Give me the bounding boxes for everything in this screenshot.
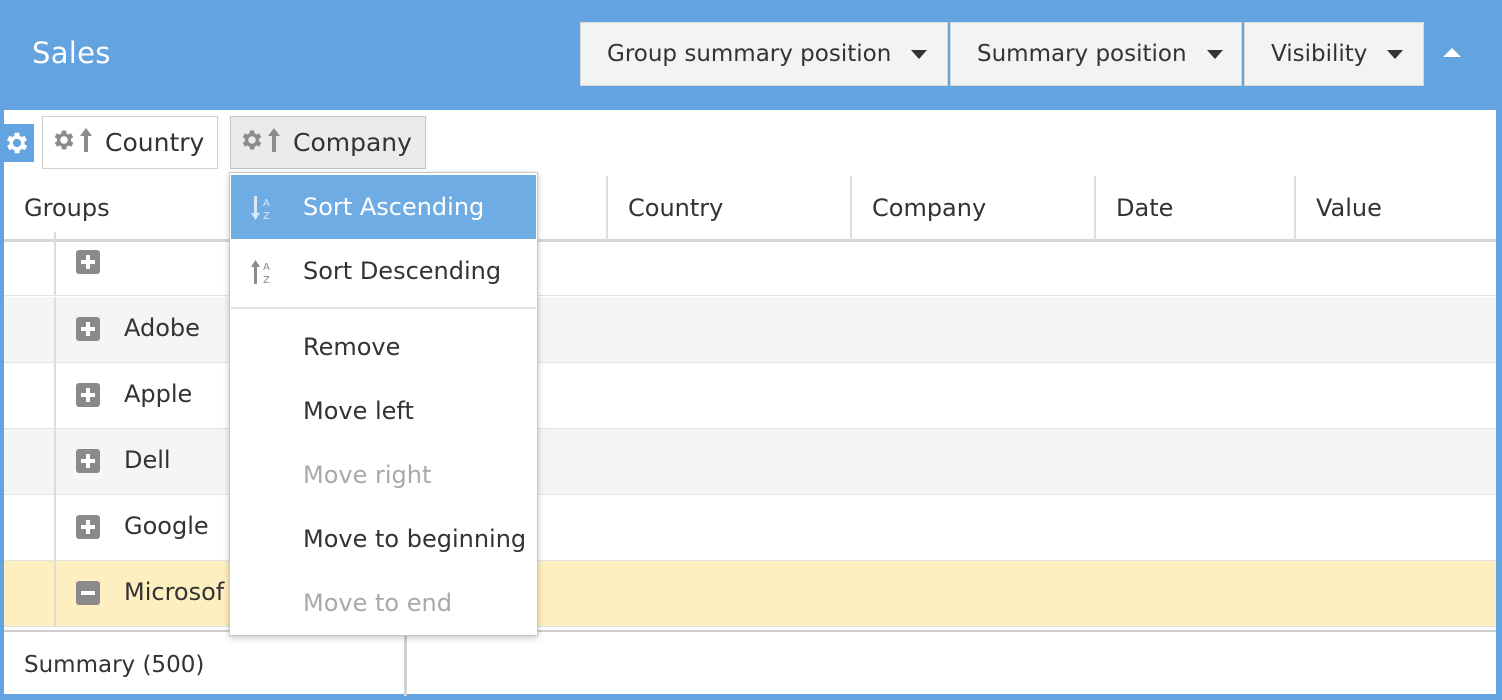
- expand-plus-icon[interactable]: [76, 449, 100, 473]
- menu-divider: [231, 307, 536, 309]
- group-label: Apple: [124, 380, 193, 408]
- table-row[interactable]: Dell: [4, 429, 1496, 495]
- summary-position-label: Summary position: [977, 41, 1187, 67]
- visibility-label: Visibility: [1271, 41, 1368, 67]
- menu-item-label: Move to end: [303, 589, 452, 617]
- group-label: Google: [124, 512, 209, 540]
- expand-plus-icon[interactable]: [76, 515, 100, 539]
- menu-item-sort-descending[interactable]: A Z Sort Descending: [231, 239, 536, 303]
- table-row[interactable]: Apple: [4, 363, 1496, 429]
- group-summary-position-dropdown[interactable]: Group summary position: [580, 22, 948, 86]
- table-row[interactable]: Google: [4, 495, 1496, 561]
- summary-position-dropdown[interactable]: Summary position: [950, 22, 1242, 86]
- menu-item-move-right: Move right: [231, 443, 536, 507]
- sort-descending-icon: A Z: [249, 259, 277, 291]
- indent-guide: [54, 363, 56, 428]
- sort-up-arrow-icon: [79, 127, 93, 159]
- indent-guide: [54, 297, 56, 362]
- collapse-panel-button[interactable]: [1436, 40, 1468, 68]
- group-chip-label: Company: [293, 128, 412, 157]
- indent-guide: [54, 561, 56, 626]
- caret-down-icon: [1387, 49, 1404, 59]
- svg-text:A: A: [263, 198, 270, 209]
- indent-guide: [54, 232, 56, 295]
- gear-icon[interactable]: [51, 127, 77, 159]
- group-label: Dell: [124, 446, 171, 474]
- column-header-date[interactable]: Date: [1096, 176, 1294, 239]
- gear-icon[interactable]: [239, 127, 265, 159]
- menu-item-label: Move to beginning: [303, 525, 527, 553]
- menu-item-label: Remove: [303, 333, 401, 361]
- sort-ascending-icon: A Z: [249, 195, 277, 227]
- svg-text:Z: Z: [263, 211, 270, 221]
- expand-plus-icon[interactable]: [76, 383, 100, 407]
- window-title: Sales: [32, 36, 111, 70]
- svg-text:Z: Z: [263, 275, 270, 285]
- indent-guide: [54, 495, 56, 560]
- settings-gear-button[interactable]: [0, 124, 34, 162]
- menu-item-move-to-end: Move to end: [231, 571, 536, 635]
- group-chip-country[interactable]: Country: [42, 116, 218, 169]
- gear-icon: [6, 132, 28, 154]
- caret-down-icon: [911, 49, 928, 59]
- table-row[interactable]: Adobe: [4, 297, 1496, 363]
- group-label: Adobe: [124, 314, 200, 342]
- menu-item-label: Sort Descending: [303, 257, 502, 285]
- summary-label: Summary (500): [24, 652, 205, 678]
- menu-item-move-left[interactable]: Move left: [231, 379, 536, 443]
- menu-item-label: Move right: [303, 461, 432, 489]
- caret-down-icon: [1206, 49, 1223, 59]
- caret-up-icon: [1443, 48, 1461, 57]
- group-label: Microsof: [124, 578, 225, 606]
- menu-item-remove[interactable]: Remove: [231, 315, 536, 379]
- menu-item-label: Sort Ascending: [303, 193, 485, 221]
- group-context-menu: A Z Sort Ascending A Z Sort Descending R…: [229, 172, 538, 636]
- summary-row: Summary (500): [4, 630, 1496, 696]
- svg-text:A: A: [263, 262, 270, 273]
- menu-item-move-to-beginning[interactable]: Move to beginning: [231, 507, 536, 571]
- column-header-company[interactable]: Company: [852, 176, 1094, 239]
- column-divider: [404, 632, 407, 696]
- group-summary-position-label: Group summary position: [607, 41, 892, 67]
- indent-guide: [54, 429, 56, 494]
- expand-plus-icon[interactable]: [76, 250, 100, 274]
- visibility-dropdown[interactable]: Visibility: [1244, 22, 1424, 86]
- column-header-value[interactable]: Value: [1296, 176, 1496, 239]
- group-chip-company[interactable]: Company: [230, 116, 426, 169]
- table-row[interactable]: [4, 232, 1496, 296]
- column-header-country[interactable]: Country: [608, 176, 850, 239]
- sort-up-arrow-icon: [267, 127, 281, 159]
- table-row-selected[interactable]: Microsof: [4, 561, 1496, 627]
- collapse-minus-icon[interactable]: [76, 581, 100, 605]
- group-chip-label: Country: [105, 128, 205, 157]
- menu-item-label: Move left: [303, 397, 414, 425]
- menu-item-sort-ascending[interactable]: A Z Sort Ascending: [231, 175, 536, 239]
- expand-plus-icon[interactable]: [76, 317, 100, 341]
